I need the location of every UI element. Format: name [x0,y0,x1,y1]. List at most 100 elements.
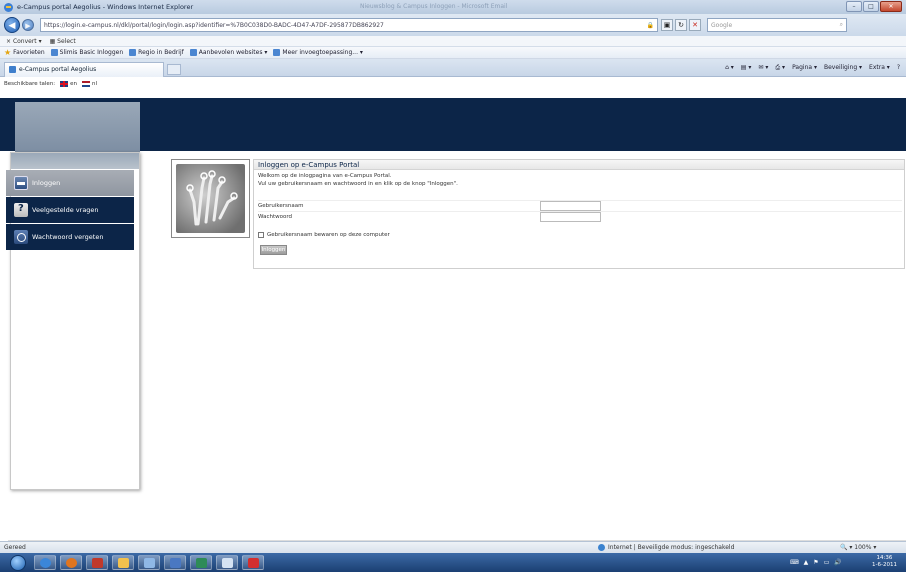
hand-drawing [186,170,238,226]
login-intro-line: Vul uw gebruikersnaam en wachtwoord in e… [258,181,458,187]
feeds-icon[interactable]: ▤ ▾ [741,64,752,72]
back-button[interactable]: ◀ [4,17,20,33]
status-bar: Gereed Internet | Beveiligde modus: inge… [0,541,906,553]
favorite-item[interactable]: Slimis Basic Inloggen [50,49,123,56]
select-button[interactable]: ▦ Select [50,38,76,45]
window-controls: – □ ✕ [845,1,902,12]
favorite-item[interactable]: Regio in Bedrijf [129,49,184,56]
security-zone-label: Internet | Beveiligde modus: ingeschakel… [608,544,735,551]
clock-time: 14:36 [876,555,893,561]
username-input[interactable] [540,201,601,211]
username-row: Gebruikersnaam [258,200,902,211]
password-row: Wachtwoord [258,211,902,222]
remember-checkbox[interactable] [258,232,264,238]
address-bar: ◀ ▶ https://login.e-campus.nl/dkl/portal… [0,14,906,36]
start-button[interactable] [10,554,26,571]
sidebar-item-login[interactable]: Inloggen [6,170,134,196]
minimize-button[interactable]: – [846,1,862,12]
taskbar: ⌨ ▲ ⚑ ▭ 🔊 14:36 1-6-2011 [0,553,906,572]
tab-ecampus[interactable]: e-Campus portal Aegolius [4,61,164,77]
taskbar-firefox-icon[interactable] [60,555,82,570]
hand-icon [176,164,245,233]
ghost-window-title: Nieuwsblog & Campus Inloggen - Microsoft… [360,3,508,10]
window-titlebar: e-Campus portal Aegolius - Windows Inter… [0,0,906,14]
url-input[interactable]: https://login.e-campus.nl/dkl/portal/log… [40,18,658,32]
taskbar-doc-icon[interactable] [216,555,238,570]
tool-commands: ⌂ ▾ ▤ ▾ ✉ ▾ ⎙ ▾ Pagina ▾ Beveiliging ▾ E… [718,64,900,72]
search-input[interactable]: Google ⌕ [707,18,847,32]
tools-menu[interactable]: Extra ▾ [869,64,890,72]
new-tab-button[interactable] [167,64,181,75]
page-menu[interactable]: Pagina ▾ [792,64,817,72]
mail-icon[interactable]: ✉ ▾ [758,64,768,72]
favorite-item[interactable]: Aanbevolen websites ▾ [189,49,267,56]
help-icon[interactable]: ? [897,64,900,72]
lang-nl-link[interactable]: nl [92,81,97,87]
taskbar-ie-icon[interactable] [34,555,56,570]
password-input[interactable] [540,212,601,222]
zoom-level[interactable]: 🔍 ▾ 100% ▾ [840,544,876,551]
taskbar-media-icon[interactable] [138,555,160,570]
password-label: Wachtwoord [258,214,293,220]
arrow-up-icon[interactable]: ▲ [804,559,809,566]
print-icon[interactable]: ⎙ ▾ [775,64,785,72]
question-icon [14,203,28,217]
taskbar-outlook-icon[interactable] [164,555,186,570]
tab-label: e-Campus portal Aegolius [19,66,97,73]
login-panel: Inloggen op e-Campus Portal Welkom op de… [253,159,905,269]
taskbar-folder-icon[interactable] [112,555,134,570]
page-icon [50,49,58,56]
stop-icon[interactable]: ✕ [689,19,701,31]
login-button[interactable]: Inloggen [260,245,287,255]
remember-label: Gebruikersnaam bewaren op deze computer [267,232,390,238]
flag-icon[interactable]: ⚑ [813,559,818,566]
taskbar-app-icon[interactable] [86,555,108,570]
page-icon [189,49,197,56]
url-text: https://login.e-campus.nl/dkl/portal/log… [44,21,384,29]
login-title: Inloggen op e-Campus Portal [254,160,904,170]
login-illustration [171,159,250,238]
star-icon[interactable]: ★ [4,48,11,57]
ie-logo-icon [4,2,13,12]
address-tools: ▣ ↻ ✕ [661,19,703,31]
clock[interactable]: 14:36 1-6-2011 [872,555,897,569]
taskbar-excel-icon[interactable] [190,555,212,570]
favorite-item[interactable]: Meer invoegtoepassing... ▾ [273,49,363,56]
forward-button[interactable]: ▶ [22,19,34,31]
page-icon [273,49,281,56]
page-icon [9,66,16,73]
login-icon [14,176,28,190]
search-icon[interactable]: ⌕ [840,21,843,29]
convert-button[interactable]: × Convert ▾ [6,38,42,45]
sidebar-item-label: Wachtwoord vergeten [32,233,104,241]
nl-flag-icon[interactable] [82,81,91,87]
lock-icon[interactable]: 🔒 [647,22,654,29]
page-icon [129,49,137,56]
globe-icon [598,544,605,551]
favorites-button[interactable]: Favorieten [13,49,44,56]
keyboard-icon[interactable]: ⌨ [790,559,799,566]
tab-bar: e-Campus portal Aegolius ⌂ ▾ ▤ ▾ ✉ ▾ ⎙ ▾… [0,59,906,77]
uk-flag-icon[interactable] [60,81,69,87]
security-zone[interactable]: Internet | Beveiligde modus: ingeschakel… [598,544,734,551]
refresh-icon[interactable]: ↻ [675,19,687,31]
maximize-button[interactable]: □ [863,1,879,12]
network-icon[interactable]: ▭ [824,559,830,566]
status-text: Gereed [4,544,26,551]
sidebar-top [11,153,139,169]
language-label: Beschikbare talen: [4,81,56,87]
login-intro-line: Welkom op de inlogpagina van e-Campus Po… [258,173,392,179]
window-title: e-Campus portal Aegolius - Windows Inter… [17,3,194,11]
compat-view-icon[interactable]: ▣ [661,19,673,31]
taskbar-pdf-icon[interactable] [242,555,264,570]
volume-icon[interactable]: 🔊 [834,559,841,566]
security-menu[interactable]: Beveiliging ▾ [824,64,862,72]
home-icon[interactable]: ⌂ ▾ [725,64,734,72]
sidebar-item-forgot-password[interactable]: Wachtwoord vergeten [6,224,134,250]
sidebar-item-faq[interactable]: Veelgestelde vragen [6,197,134,223]
command-bar: × Convert ▾ ▦ Select [0,36,906,47]
lang-en-link[interactable]: en [70,81,77,87]
remember-row: Gebruikersnaam bewaren op deze computer [258,232,390,238]
close-button[interactable]: ✕ [880,1,902,12]
system-tray: ⌨ ▲ ⚑ ▭ 🔊 [790,555,847,570]
